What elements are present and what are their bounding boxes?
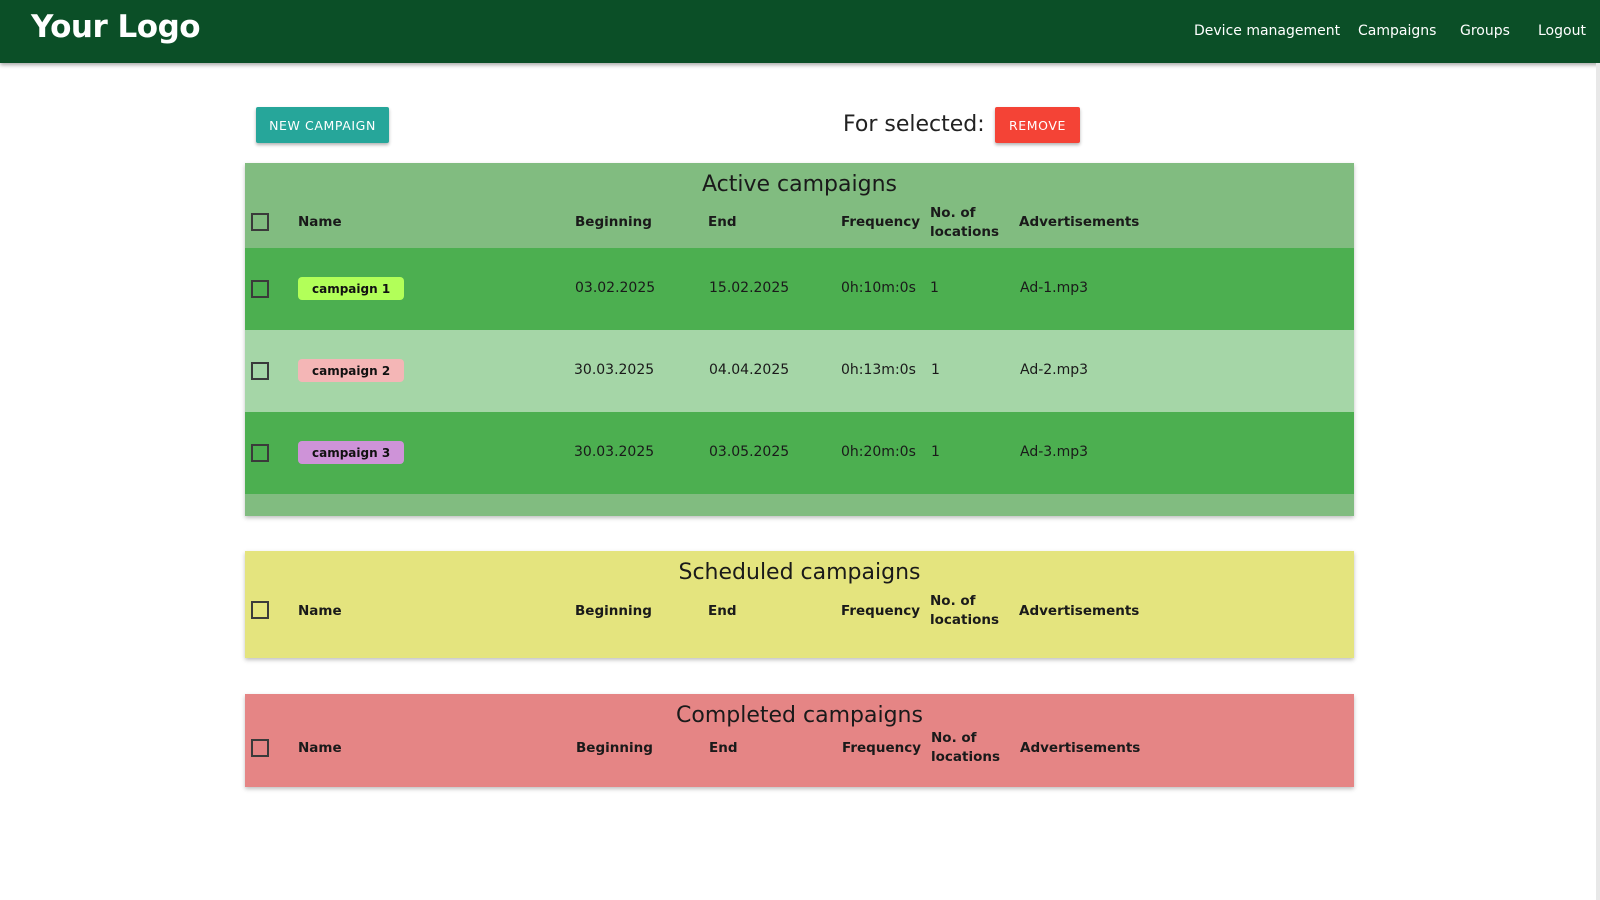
cell-beginning: 30.03.2025 (574, 362, 655, 378)
column-locations: No. of locations (930, 204, 999, 242)
campaign-name-chip[interactable]: campaign 1 (298, 277, 405, 300)
cell-locations: 1 (931, 444, 940, 460)
cell-end: 04.04.2025 (709, 362, 790, 378)
completed-campaigns-title: Completed campaigns (676, 703, 923, 728)
campaign-name-chip[interactable]: campaign 2 (298, 359, 405, 382)
nav-campaigns[interactable]: Campaigns (1358, 23, 1436, 39)
row-checkbox[interactable] (251, 444, 269, 462)
column-locations: No. of locations (931, 729, 1000, 767)
active-campaigns-panel: Active campaigns Name Beginning End Freq… (245, 163, 1354, 516)
cell-locations: 1 (930, 280, 939, 296)
column-end: End (708, 214, 737, 230)
column-beginning: Beginning (575, 214, 652, 230)
cell-beginning: 03.02.2025 (575, 280, 656, 296)
column-end: End (709, 740, 738, 756)
table-row[interactable]: campaign 1 03.02.2025 15.02.2025 0h:10m:… (245, 248, 1354, 330)
row-checkbox[interactable] (251, 280, 269, 298)
scheduled-campaigns-panel: Scheduled campaigns Name Beginning End F… (245, 551, 1354, 658)
cell-locations: 1 (931, 362, 940, 378)
scheduled-campaigns-title: Scheduled campaigns (678, 560, 921, 585)
column-locations-line1: No. of (930, 593, 976, 609)
column-locations: No. of locations (930, 592, 999, 630)
column-frequency: Frequency (841, 603, 921, 619)
for-selected-label: For selected: (843, 112, 985, 137)
new-campaign-button[interactable]: NEW CAMPAIGN (256, 107, 389, 143)
cell-end: 03.05.2025 (709, 444, 790, 460)
active-campaigns-title: Active campaigns (702, 172, 897, 197)
column-end: End (708, 603, 737, 619)
select-all-active-checkbox[interactable] (251, 213, 269, 231)
logo[interactable]: Your Logo (31, 9, 201, 45)
column-advertisements: Advertisements (1019, 214, 1140, 230)
select-all-completed-checkbox[interactable] (251, 739, 269, 757)
column-name: Name (298, 214, 342, 230)
column-name: Name (298, 740, 342, 756)
cell-advertisements: Ad-2.mp3 (1020, 362, 1089, 378)
scrollbar-track[interactable] (1596, 63, 1600, 900)
nav-groups[interactable]: Groups (1460, 23, 1510, 39)
column-advertisements: Advertisements (1020, 740, 1141, 756)
remove-button[interactable]: REMOVE (995, 107, 1080, 143)
nav-device-management[interactable]: Device management (1194, 23, 1340, 39)
campaign-name-chip[interactable]: campaign 3 (298, 441, 405, 464)
column-locations-line2: locations (930, 612, 1000, 628)
top-navbar: Your Logo Device management Campaigns Gr… (0, 0, 1600, 63)
column-locations-line2: locations (930, 224, 1000, 240)
column-beginning: Beginning (575, 603, 652, 619)
column-beginning: Beginning (576, 740, 653, 756)
row-checkbox[interactable] (251, 362, 269, 380)
cell-frequency: 0h:20m:0s (841, 444, 916, 460)
completed-campaigns-panel: Completed campaigns Name Beginning End F… (245, 694, 1354, 787)
select-all-scheduled-checkbox[interactable] (251, 601, 269, 619)
cell-advertisements: Ad-1.mp3 (1020, 280, 1089, 296)
column-locations-line1: No. of (931, 730, 977, 746)
column-locations-line1: No. of (930, 205, 976, 221)
cell-frequency: 0h:10m:0s (841, 280, 916, 296)
column-advertisements: Advertisements (1019, 603, 1140, 619)
column-frequency: Frequency (842, 740, 922, 756)
cell-beginning: 30.03.2025 (574, 444, 655, 460)
table-row[interactable]: campaign 2 30.03.2025 04.04.2025 0h:13m:… (245, 330, 1354, 412)
column-name: Name (298, 603, 342, 619)
column-frequency: Frequency (841, 214, 921, 230)
cell-advertisements: Ad-3.mp3 (1020, 444, 1089, 460)
nav-logout[interactable]: Logout (1538, 23, 1586, 39)
column-locations-line2: locations (931, 749, 1001, 765)
cell-end: 15.02.2025 (709, 280, 790, 296)
table-row[interactable]: campaign 3 30.03.2025 03.05.2025 0h:20m:… (245, 412, 1354, 494)
cell-frequency: 0h:13m:0s (841, 362, 916, 378)
